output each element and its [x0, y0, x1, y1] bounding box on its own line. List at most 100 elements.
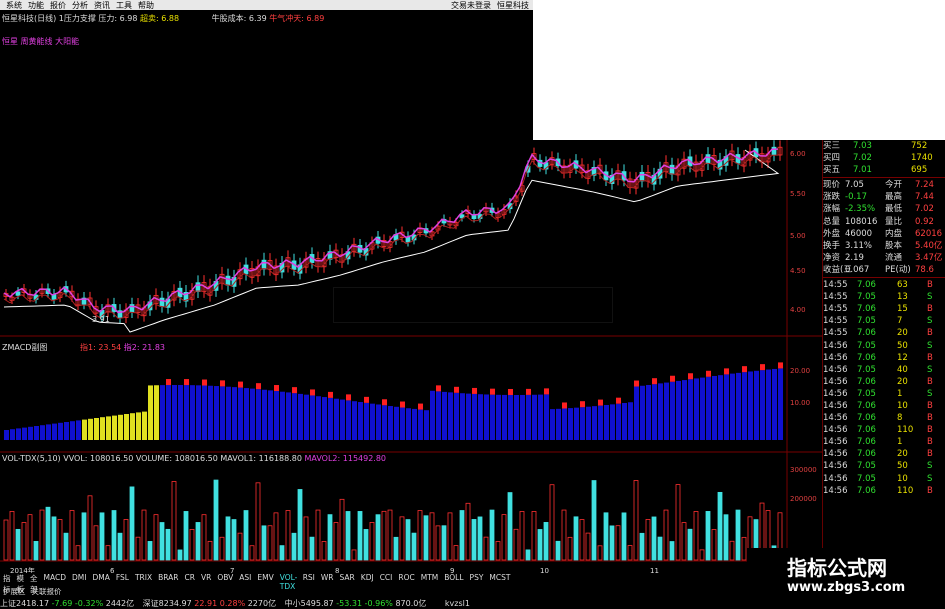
macd-bar — [106, 416, 111, 440]
indicator-tabs: 指标 模板 全部 MACD DMI DMA FSL TRIX BRAR CR VR OBV ASI EMV… — [0, 573, 510, 594]
macd-bar — [262, 389, 267, 440]
volume-bar — [609, 525, 615, 561]
volume-bar — [741, 536, 747, 561]
volume-bar — [297, 489, 303, 561]
menu-help[interactable]: 帮助 — [138, 0, 154, 11]
tick-volume: 13 — [897, 292, 908, 303]
macd-bar — [130, 413, 135, 440]
macd-bar — [580, 407, 585, 440]
tab-指标[interactable]: 指标 — [0, 573, 14, 594]
tab-fsl[interactable]: FSL — [113, 573, 132, 584]
tab-mcst[interactable]: MCST — [486, 573, 513, 584]
quote-panel: 买三 7.03 752 买四 7.02 1740 买五 7.01 695 现价 7.05 今开 7.2… — [822, 140, 945, 558]
stat-value: 5.40亿 — [915, 240, 943, 251]
tab-asi[interactable]: ASI — [236, 573, 254, 584]
tab-kdj[interactable]: KDJ — [358, 573, 377, 584]
tick-side: B — [927, 352, 933, 363]
menu-function[interactable]: 功能 — [28, 0, 44, 11]
macd-bar — [100, 417, 105, 440]
tab-psy[interactable]: PSY — [467, 573, 487, 584]
macd-bar — [16, 428, 21, 440]
tick-volume: 40 — [897, 364, 908, 375]
stat-value: 3.47亿 — [915, 252, 943, 263]
stat-label: 今开 — [885, 180, 903, 191]
tab-roc[interactable]: ROC — [395, 573, 417, 584]
tab-extension[interactable]: 扩展区 — [0, 586, 29, 597]
volume-bar — [357, 511, 363, 561]
tick-side: S — [927, 461, 933, 472]
candle-body — [225, 275, 231, 286]
menu-quote[interactable]: 报价 — [50, 0, 66, 11]
volume-bar — [501, 514, 507, 561]
volume-bar — [147, 541, 153, 561]
price-axis-label: 5.50 — [790, 190, 806, 198]
stat-label: 涨幅 — [823, 204, 841, 215]
menu-system[interactable]: 系统 — [6, 0, 22, 11]
tab-mtm[interactable]: MTM — [418, 573, 442, 584]
volume-bar — [237, 532, 243, 561]
macd-bar — [292, 393, 297, 440]
tab-macd[interactable]: MACD — [41, 573, 69, 584]
volume-bar — [477, 516, 483, 561]
macd-red-bar — [652, 378, 657, 385]
tick-price: 7.06 — [857, 485, 876, 496]
volume-bar — [681, 522, 687, 561]
tab-obv[interactable]: OBV — [214, 573, 236, 584]
macd-bar — [718, 375, 723, 440]
tab-dma[interactable]: DMA — [89, 573, 112, 584]
volume-bar — [153, 514, 159, 561]
volume-bar — [453, 545, 459, 561]
tick-price: 7.06 — [857, 449, 876, 460]
macd-red-bar — [220, 380, 225, 387]
menu-news[interactable]: 资讯 — [94, 0, 110, 11]
macd-bar — [304, 394, 309, 440]
macd-bar — [502, 394, 507, 440]
volume-bar — [213, 479, 219, 561]
macd-axis-label: 20.00 — [790, 367, 810, 375]
tab-boll[interactable]: BOLL — [441, 573, 466, 584]
tab-cr[interactable]: CR — [182, 573, 198, 584]
macd-bar — [34, 426, 39, 440]
macd-bar — [136, 412, 141, 440]
volume-bar — [405, 519, 411, 561]
tab-trix[interactable]: TRIX — [132, 573, 155, 584]
macd-bar — [76, 420, 81, 440]
menu-bar: 系统 功能 报价 分析 资讯 工具 帮助 交易未登录 恒星科技 — [0, 0, 533, 10]
tab-sar[interactable]: SAR — [337, 573, 358, 584]
macd-bar — [484, 394, 489, 440]
menu-tools[interactable]: 工具 — [116, 0, 132, 11]
tab-cci[interactable]: CCI — [377, 573, 396, 584]
trade-status[interactable]: 交易未登录 — [451, 0, 491, 11]
candle-body — [261, 259, 267, 270]
tab-全部[interactable]: 全部 — [27, 573, 41, 594]
tab-dmi[interactable]: DMI — [69, 573, 89, 584]
volume-bar — [663, 509, 669, 561]
menu-analysis[interactable]: 分析 — [72, 0, 88, 11]
tick-time: 14:56 — [823, 449, 848, 460]
tick-time: 14:56 — [823, 473, 848, 484]
tick-side: B — [927, 328, 933, 339]
volume-bar — [669, 541, 675, 561]
tab-emv[interactable]: EMV — [254, 573, 276, 584]
volume-bar — [165, 528, 171, 561]
tab-rsi[interactable]: RSI — [300, 573, 318, 584]
macd-bar — [508, 394, 513, 440]
ask-label: 买四 — [823, 153, 841, 164]
tab-related-quote[interactable]: 关联报价 — [29, 586, 65, 597]
tab-vol-tdx[interactable]: VOL-TDX — [277, 573, 300, 591]
macd-bar — [532, 394, 537, 440]
tab-wr[interactable]: WR — [318, 573, 337, 584]
macd-bar — [466, 393, 471, 440]
macd-bar — [52, 423, 57, 440]
macd-bar — [172, 385, 177, 440]
tab-brar[interactable]: BRAR — [155, 573, 181, 584]
vol-volume: VOLUME: 108016.50 — [135, 454, 218, 463]
tab-模板[interactable]: 模板 — [14, 573, 28, 594]
tab-vr[interactable]: VR — [198, 573, 214, 584]
stock-name: 恒星科技 — [497, 0, 529, 10]
stat-label: 涨跌 — [823, 192, 841, 203]
sz-index: 深证8234.97 — [142, 599, 192, 608]
zx-pct: -0.96% — [364, 599, 393, 608]
stat-value: 108016 — [845, 216, 878, 227]
volume-bar — [567, 536, 573, 561]
